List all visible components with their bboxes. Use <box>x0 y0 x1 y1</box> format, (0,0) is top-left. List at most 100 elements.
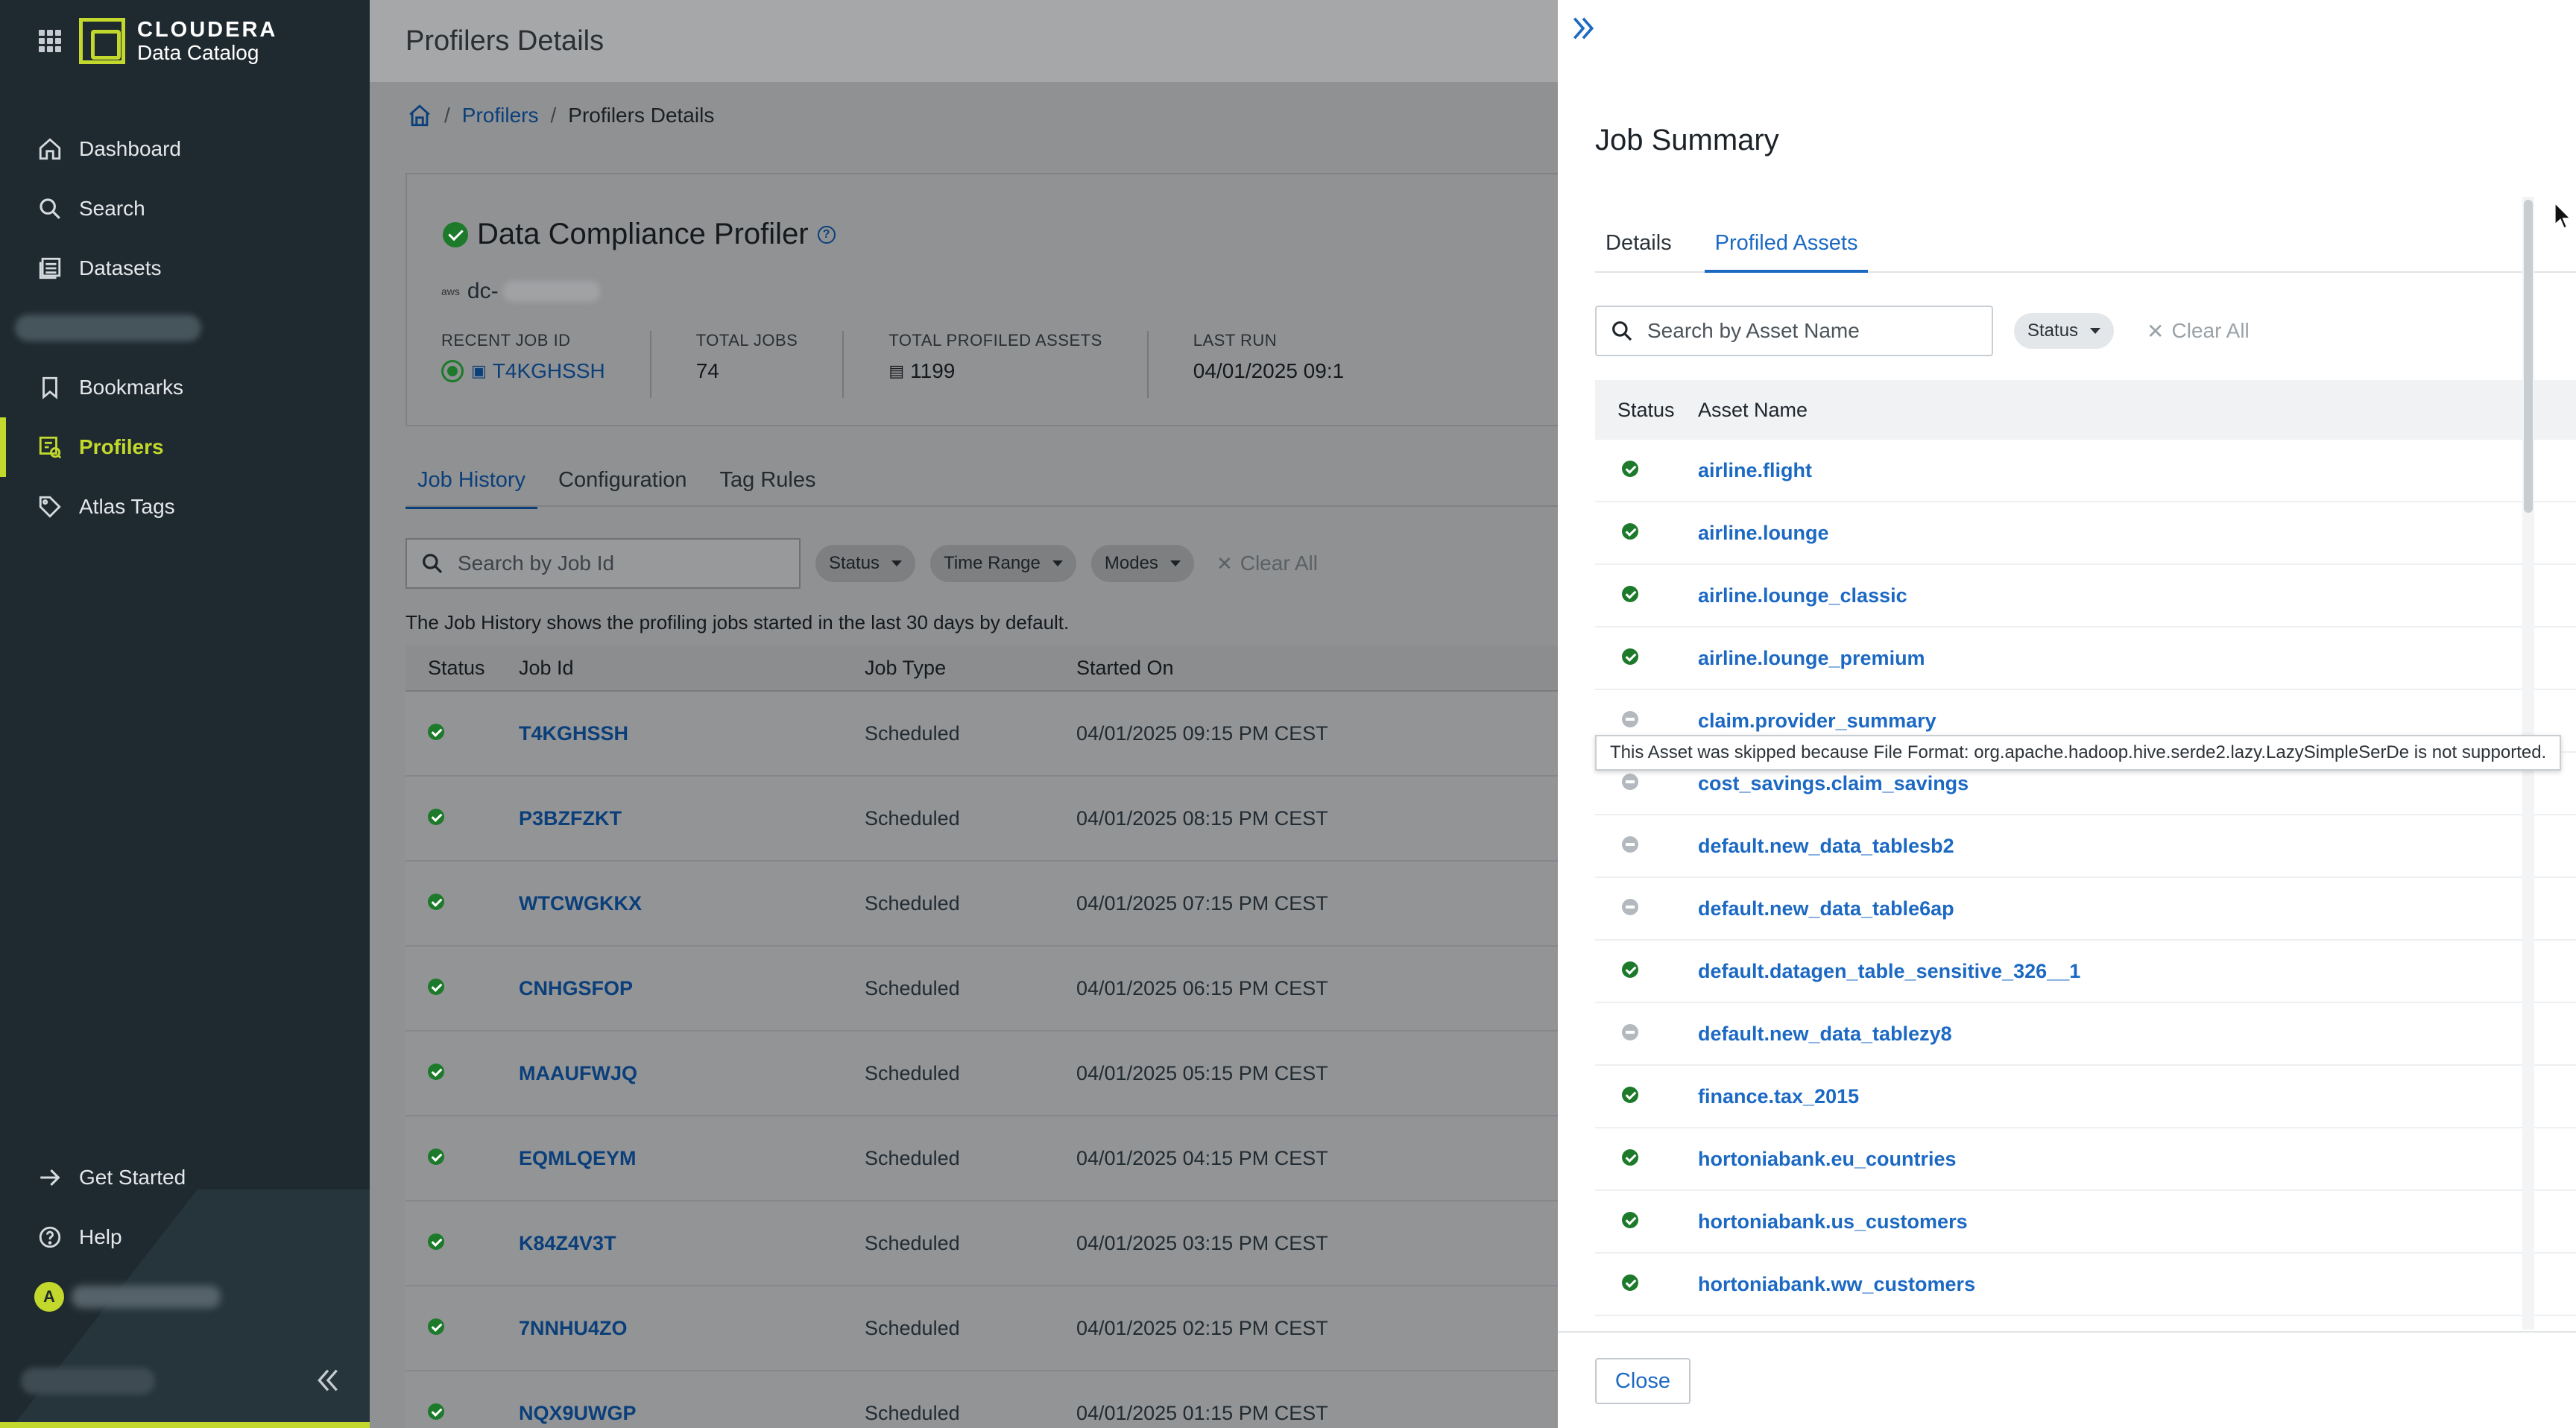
asset-name-link[interactable]: airline.flight <box>1698 459 2576 482</box>
job-id-link[interactable]: P3BZFZKT <box>519 807 865 830</box>
status-filter[interactable]: Status <box>815 545 916 582</box>
job-started-on: 04/01/2025 02:15 PM CEST <box>1076 1316 1328 1339</box>
sidebar-item-help[interactable]: Help <box>0 1207 370 1267</box>
job-id-link[interactable]: 7NNHU4ZO <box>519 1317 865 1340</box>
job-id-link[interactable]: WTCWGKKX <box>519 892 865 915</box>
breadcrumb-profilers-link[interactable]: Profilers <box>462 104 539 127</box>
clear-all-button[interactable]: ✕ Clear All <box>1216 552 1318 575</box>
asset-name-link[interactable]: finance.tax_2015 <box>1698 1085 2576 1108</box>
user-menu[interactable]: A <box>0 1267 370 1327</box>
sidebar-item-profilers[interactable]: Profilers <box>0 417 370 477</box>
caret-down-icon <box>1169 560 1181 566</box>
table-row: finance.tax_2015 <box>1595 1066 2576 1128</box>
collapse-sidebar-icon[interactable] <box>313 1365 343 1395</box>
home-icon[interactable] <box>407 103 432 128</box>
profiler-tabs: Job History Configuration Tag Rules <box>405 462 837 509</box>
skipped-icon[interactable] <box>1622 898 1638 915</box>
table-row: default.datagen_table_sensitive_326__1 <box>1595 941 2576 1003</box>
tab-tag-rules[interactable]: Tag Rules <box>708 462 828 509</box>
help-icon[interactable]: ? <box>817 225 836 244</box>
job-id-link[interactable]: EQMLQEYM <box>519 1147 865 1170</box>
asset-name-link[interactable]: default.new_data_table6ap <box>1698 897 2576 920</box>
asset-name-link[interactable]: cost_savings.claim_savings <box>1698 772 2576 795</box>
asset-name-link[interactable]: hortoniabank.ww_customers <box>1698 1273 2576 1296</box>
sidebar-item-get-started[interactable]: Get Started <box>0 1148 370 1207</box>
modes-filter[interactable]: Modes <box>1090 545 1194 582</box>
job-id-link[interactable]: CNHGSFOP <box>519 977 865 1000</box>
column-header-status[interactable]: Status <box>405 657 519 680</box>
sidebar-item-label: Help <box>79 1225 122 1248</box>
profiler-cloud-id: aws dc- <box>441 279 600 304</box>
blurred-footer-label <box>21 1368 155 1394</box>
asset-name-link[interactable]: default.new_data_tablezy8 <box>1698 1023 2576 1046</box>
job-started-on: 04/01/2025 07:15 PM CEST <box>1076 891 1328 914</box>
stat-label: RECENT JOB ID <box>441 331 571 350</box>
sidebar-item-atlas-tags[interactable]: Atlas Tags <box>0 477 370 537</box>
app-grid-icon[interactable] <box>39 30 61 52</box>
asset-name-link[interactable]: default.datagen_table_sensitive_326__1 <box>1698 960 2576 983</box>
clear-all-label: Clear All <box>1240 552 1318 575</box>
asset-status-filter[interactable]: Status <box>2014 313 2115 349</box>
asset-name-link[interactable]: claim.provider_summary <box>1698 710 2576 733</box>
asset-name-link[interactable]: airline.lounge_premium <box>1698 647 2576 670</box>
asset-clear-all-button[interactable]: ✕ Clear All <box>2147 319 2250 344</box>
job-search-input[interactable]: Search by Job Id <box>405 538 801 589</box>
search-icon <box>423 554 443 574</box>
close-button[interactable]: Close <box>1595 1358 1690 1404</box>
success-icon <box>1622 648 1638 665</box>
recent-job-link[interactable]: T4KGHSSH <box>493 359 605 383</box>
tab-profiled-assets[interactable]: Profiled Assets <box>1704 231 1869 273</box>
skipped-icon[interactable] <box>1622 835 1638 853</box>
sidebar-item-dashboard[interactable]: Dashboard <box>0 119 370 179</box>
job-icon: ▣ <box>471 361 487 380</box>
scrollbar-thumb[interactable] <box>2524 200 2533 513</box>
tab-job-history[interactable]: Job History <box>405 462 538 509</box>
job-started-on: 04/01/2025 01:15 PM CEST <box>1076 1401 1328 1424</box>
asset-name-link[interactable]: hortoniabank.eu_countries <box>1698 1148 2576 1171</box>
tab-details[interactable]: Details <box>1595 231 1682 273</box>
sidebar-item-datasets[interactable]: Datasets <box>0 238 370 298</box>
job-id-link[interactable]: NQX9UWGP <box>519 1402 865 1425</box>
table-row: EQMLQEYM Scheduled 04/01/2025 04:15 PM C… <box>405 1116 1558 1201</box>
success-icon <box>1622 460 1638 477</box>
dataset-icon: ▤ <box>888 361 905 380</box>
time-range-filter[interactable]: Time Range <box>930 545 1076 582</box>
success-status-icon <box>443 221 468 247</box>
skipped-icon[interactable] <box>1622 773 1638 790</box>
sidebar-item-hidden[interactable] <box>0 298 370 358</box>
column-header-asset-name[interactable]: Asset Name <box>1698 399 2576 422</box>
table-header: Status Job Id Job Type Started On <box>405 645 1558 692</box>
asset-name-link[interactable]: airline.lounge_classic <box>1698 584 2576 607</box>
product-name: Data Catalog <box>137 40 259 64</box>
blurred-user-name <box>72 1286 221 1308</box>
sidebar-item-search[interactable]: Search <box>0 179 370 238</box>
job-id-link[interactable]: MAAUFWJQ <box>519 1062 865 1085</box>
column-header-status[interactable]: Status <box>1595 399 1698 422</box>
sidebar-item-bookmarks[interactable]: Bookmarks <box>0 358 370 417</box>
skipped-icon[interactable] <box>1622 1023 1638 1040</box>
collapse-drawer-icon[interactable] <box>1568 13 1598 43</box>
home-icon <box>39 138 61 160</box>
column-header-started-on[interactable]: Started On <box>1076 657 1524 680</box>
clear-all-label: Clear All <box>2171 319 2250 342</box>
avatar: A <box>34 1282 64 1312</box>
drawer-footer: Close <box>1558 1331 2576 1428</box>
caret-down-icon <box>2090 328 2101 334</box>
table-row: CNHGSFOP Scheduled 04/01/2025 06:15 PM C… <box>405 947 1558 1031</box>
asset-name-link[interactable]: airline.lounge <box>1698 522 2576 545</box>
job-id-link[interactable]: T4KGHSSH <box>519 722 865 745</box>
job-id-link[interactable]: K84Z4V3T <box>519 1232 865 1255</box>
skipped-icon[interactable] <box>1622 710 1638 727</box>
column-header-job-id[interactable]: Job Id <box>519 657 865 680</box>
asset-search-input[interactable]: Search by Asset Name <box>1595 306 1993 356</box>
profiler-summary-card: Data Compliance Profiler ? aws dc- RECEN… <box>405 173 1558 426</box>
success-icon <box>428 1233 444 1250</box>
asset-name-link[interactable]: default.new_data_tablesb2 <box>1698 835 2576 858</box>
tab-configuration[interactable]: Configuration <box>546 462 699 509</box>
skipped-asset-tooltip: This Asset was skipped because File Form… <box>1595 735 2562 771</box>
success-icon <box>1622 1149 1638 1166</box>
column-header-job-type[interactable]: Job Type <box>865 657 1076 680</box>
table-row: hortoniabank.ww_customers <box>1595 1254 2576 1316</box>
asset-name-link[interactable]: hortoniabank.us_customers <box>1698 1210 2576 1233</box>
close-icon: ✕ <box>1216 552 1233 575</box>
